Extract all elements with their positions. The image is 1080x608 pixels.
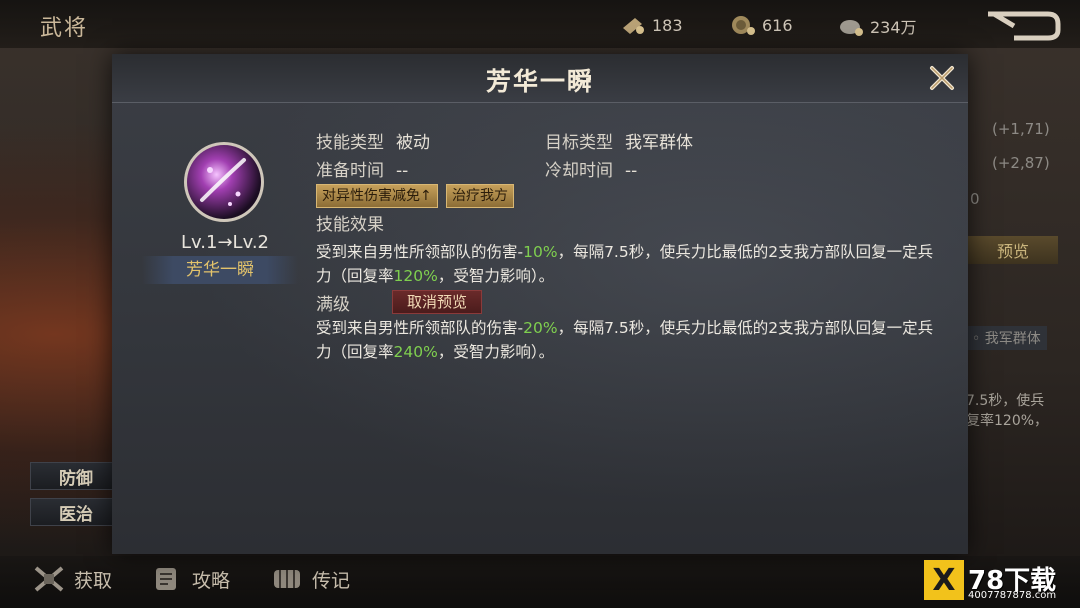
ticket-icon [623,18,644,34]
effect-description-current: 受到来自男性所领部队的伤害-10%，每隔7.5秒，使兵力比最低的2支我方部队回复… [316,240,936,288]
max-effect-value-1: 20% [523,319,558,337]
skill-name-ribbon: 芳华一瞬 [142,256,298,284]
biography-icon [274,570,300,588]
max-level-label: 满级 [316,295,350,315]
dialog-header: 芳华一瞬 [112,54,968,103]
nav-biography-label: 传记 [312,569,351,592]
cooldown-row: 冷却时间 -- [545,156,637,181]
watermark: X 78下载 4007787878.com [924,560,1074,606]
acquire-icon [34,566,64,592]
target-type-row: 目标类型 我军群体 [545,128,693,153]
coin-icon [732,16,755,35]
resource-silver-value: 234万 [870,18,917,37]
watermark-logo: X [924,560,964,600]
effect-text-3: ，受智力影响）。 [437,267,555,285]
bg-stat-1: (+1,71) [992,120,1050,138]
resource-coin-value: 616 [762,15,793,35]
cooldown-value: -- [625,161,638,181]
effect-text-1: 受到来自男性所领部队的伤害- [316,243,524,261]
prep-time-row: 准备时间 -- [316,156,408,181]
resource-ticket-value: 183 [652,15,683,35]
nav-strategy-label: 攻略 [192,569,231,592]
watermark-url: 4007787878.com [968,590,1057,601]
bg-target-text: 我军群体 [984,331,1041,347]
target-type-value: 我军群体 [625,133,693,153]
bg-stat-2: (+2,87) [992,154,1050,172]
side-button-heal[interactable]: 医治 [30,498,116,526]
skill-type-label: 技能类型 [316,133,384,153]
max-effect-text-3: ，受智力影响）。 [437,343,555,361]
skill-icon [184,142,264,222]
back-arrow-icon[interactable] [984,8,1062,42]
resource-ticket: 183 [620,14,683,36]
nav-biography[interactable]: 传记 [270,564,350,594]
prep-time-value: -- [396,161,409,181]
close-icon[interactable] [926,62,958,94]
page-title: 武将 [40,16,89,41]
bg-desc-fragment-1: 7.5秒，使兵 [966,393,1045,409]
effect-value-2: 120% [393,267,438,285]
prep-time-label: 准备时间 [316,161,384,181]
tag-heal-ally: 治疗我方 [446,184,514,208]
silver-icon [840,20,863,36]
effect-description-max: 受到来自男性所领部队的伤害-20%，每隔7.5秒，使兵力比最低的2支我方部队回复… [316,316,936,364]
effect-value-1: 10% [523,243,558,261]
skill-type-value: 被动 [396,133,430,153]
nav-acquire-label: 获取 [74,569,113,592]
max-effect-value-2: 240% [393,343,438,361]
bg-target-fragment: ◦ 我军群体 [966,326,1047,350]
target-type-label: 目标类型 [545,133,613,153]
strategy-icon [156,568,176,590]
bg-preview-button[interactable]: 预览 [968,236,1058,264]
top-bar: 武将 183 616 234万 [0,0,1080,48]
cancel-preview-button[interactable]: 取消预览 [392,290,482,314]
effect-label: 技能效果 [316,215,384,235]
level-text: Lv.1→Lv.2 [181,232,269,253]
nav-strategy[interactable]: 攻略 [150,564,230,594]
tag-damage-reduction: 对异性伤害减免↑ [316,184,438,208]
resource-coin: 616 [730,14,793,36]
cooldown-label: 冷却时间 [545,161,613,181]
nav-acquire[interactable]: 获取 [32,564,112,594]
dialog-title: 芳华一瞬 [485,67,594,96]
skill-dialog: 芳华一瞬 Lv.1→Lv.2 芳华一瞬 技能类型 被动 目标类型 我军群体 准备时间… [112,54,968,554]
skill-type-row: 技能类型 被动 [316,128,430,153]
bg-stat-3: 0 [970,190,980,208]
bottom-nav: 获取 攻略 传记 [0,556,1080,608]
side-button-defense[interactable]: 防御 [30,462,116,490]
resource-silver: 234万 [838,14,917,38]
bg-desc-fragment-2: 复率120%， [966,413,1049,429]
max-effect-text-1: 受到来自男性所领部队的伤害- [316,319,524,337]
